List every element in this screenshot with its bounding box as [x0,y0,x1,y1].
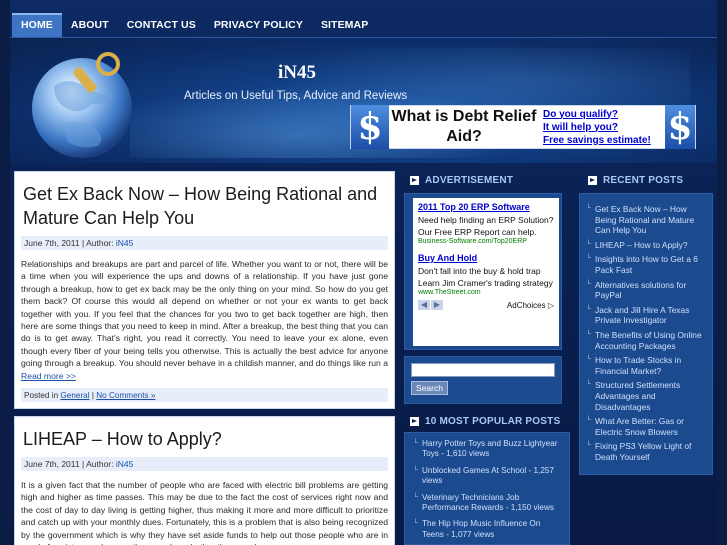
popular-post-link[interactable]: The Hip Hop Music Influence On Teens - 1… [413,519,561,540]
advertisement-heading: Advertisement [410,175,513,186]
recent-posts-heading: Recent Posts [588,175,683,186]
search-button[interactable]: Search [411,381,448,395]
popular-post-link[interactable]: Unblocked Games At School - 1,257 views [413,466,561,487]
post-meta: June 7th, 2011 | Author: iN45 [21,236,388,250]
recent-post-link[interactable]: Jack and Jill Hire A Texas Private Inves… [586,305,706,326]
ad-controls: ◀ ▶ AdChoices ▷ [418,300,554,310]
category-link[interactable]: General [60,391,89,400]
post-excerpt: Relationships and breakups are part and … [15,250,394,382]
ad-text: Don't fall into the buy & hold trap Lear… [418,266,553,288]
recent-post-link[interactable]: Structured Settlements Advantages and Di… [586,380,706,412]
arrow-right-icon [410,176,419,185]
post-author-link[interactable]: iN45 [116,459,133,469]
nav-home[interactable]: Home [12,13,62,37]
nav-privacy-policy[interactable]: Privacy Policy [205,13,312,37]
post-excerpt-text: It is a given fact that the number of pe… [21,480,388,545]
banner-ad[interactable]: $ What is Debt Relief Aid? Do you qualif… [350,105,696,149]
posted-in-label: Posted in [24,391,59,401]
ad-title[interactable]: Buy And Hold [418,253,554,263]
banner-ad-link[interactable]: Do you qualify? [543,108,665,121]
post-meta: June 7th, 2011 | Author: iN45 [21,457,388,471]
nav-sitemap[interactable]: Sitemap [312,13,377,37]
popular-post-link[interactable]: Harry Potter Toys and Buzz Lightyear Toy… [413,439,561,460]
adchoices-link[interactable]: AdChoices ▷ [507,301,554,310]
post-card: Get Ex Back Now – How Being Rational and… [14,171,395,409]
post-title[interactable]: Get Ex Back Now – How Being Rational and… [15,172,394,230]
popular-posts-list: Harry Potter Toys and Buzz Lightyear Toy… [404,432,570,545]
read-more-link[interactable]: Read more >> [21,371,76,381]
search-widget: Search [404,356,562,404]
search-input[interactable] [411,363,555,377]
advertisement-widget: 2011 Top 20 ERP Software Need help findi… [404,193,562,350]
comments-link[interactable]: No Comments » [96,391,155,400]
recent-post-link[interactable]: How to Trade Stocks in Financial Market? [586,355,706,376]
main-nav: Home About Contact Us Privacy Policy Sit… [10,13,717,37]
recent-post-link[interactable]: Alternatives solutions for PayPal [586,280,706,301]
post-footer: Posted in General | No Comments » [21,388,388,403]
post-author-link[interactable]: iN45 [116,238,133,248]
ad-unit: 2011 Top 20 ERP Software Need help findi… [413,198,559,346]
prev-ad-icon[interactable]: ◀ [418,300,430,310]
post-author-label: Author: [86,238,114,248]
dollar-icon: $ [351,105,389,149]
advertisement-heading-label: Advertisement [425,175,514,186]
post-excerpt-text: Relationships and breakups are part and … [21,259,388,369]
recent-posts-heading-label: Recent Posts [603,175,684,186]
post-date: June 7th, 2011 [24,238,80,248]
banner-ad-links: Do you qualify? It will help you? Free s… [539,108,665,147]
site-title[interactable]: iN45 [278,62,316,84]
recent-post-link[interactable]: Fixing PS3 Yellow Light of Death Yoursel… [586,441,706,462]
nav-contact-us[interactable]: Contact Us [118,13,205,37]
recent-post-link[interactable]: The Benefits of Using Online Accounting … [586,330,706,351]
recent-posts-list: Get Ex Back Now – How Being Rational and… [579,193,713,475]
adchoices-label: AdChoices [506,300,546,310]
post-title[interactable]: LIHEAP – How to Apply? [15,417,394,451]
arrow-right-icon [410,417,419,426]
banner-ad-link[interactable]: It will help you? [543,121,665,134]
post-card: LIHEAP – How to Apply? June 7th, 2011 | … [14,416,395,545]
ad-title[interactable]: 2011 Top 20 ERP Software [418,202,554,212]
popular-posts-heading: 10 Most Popular Posts [410,416,560,427]
site-description: Articles on Useful Tips, Advice and Revi… [184,90,408,102]
popular-posts-heading-label: 10 Most Popular Posts [425,416,561,427]
post-excerpt: It is a given fact that the number of pe… [15,471,394,545]
next-ad-icon[interactable]: ▶ [431,300,443,310]
globe-key-icon [32,52,132,158]
popular-post-link[interactable]: Veterinary Technicians Job Performance R… [413,493,561,514]
ad-url[interactable]: Business-Software.com/Top20ERP [418,238,554,245]
site-header: iN45 Articles on Useful Tips, Advice and… [10,37,717,163]
banner-ad-headline[interactable]: What is Debt Relief Aid? [389,107,539,147]
nav-about[interactable]: About [62,13,118,37]
arrow-right-icon [588,176,597,185]
recent-post-link[interactable]: Get Ex Back Now – How Being Rational and… [586,204,706,236]
dollar-icon: $ [665,105,695,149]
ad-text: Need help finding an ERP Solution? Our F… [418,215,554,237]
banner-ad-link[interactable]: Free savings estimate! [543,134,665,147]
recent-post-link[interactable]: LIHEAP – How to Apply? [586,240,706,251]
recent-post-link[interactable]: What Are Better: Gas or Electric Snow Bl… [586,416,706,437]
ad-url[interactable]: www.TheStreet.com [418,289,554,296]
post-date: June 7th, 2011 [24,459,80,469]
post-author-label: Author: [86,459,114,469]
adchoices-icon: ▷ [547,300,554,310]
recent-post-link[interactable]: Insights into How to Get a 6 Pack Fast [586,254,706,275]
